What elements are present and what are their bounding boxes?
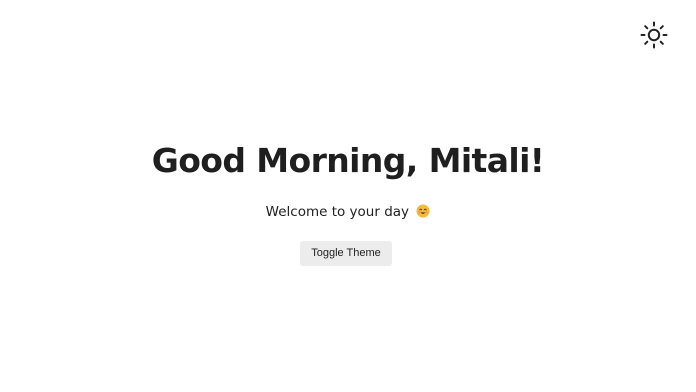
toggle-theme-button[interactable]: Toggle Theme	[300, 241, 392, 266]
welcome-subtitle: Welcome to your day	[0, 202, 696, 222]
sun-icon-graphic	[640, 21, 668, 49]
smiling-face-emoji-icon	[416, 204, 430, 218]
sun-icon[interactable]	[639, 20, 669, 50]
welcome-text: Welcome to your day	[265, 204, 410, 220]
page-title: Good Morning, Mitali!	[151, 141, 545, 180]
page: Good Morning, Mitali! Welcome to your da…	[0, 0, 696, 392]
